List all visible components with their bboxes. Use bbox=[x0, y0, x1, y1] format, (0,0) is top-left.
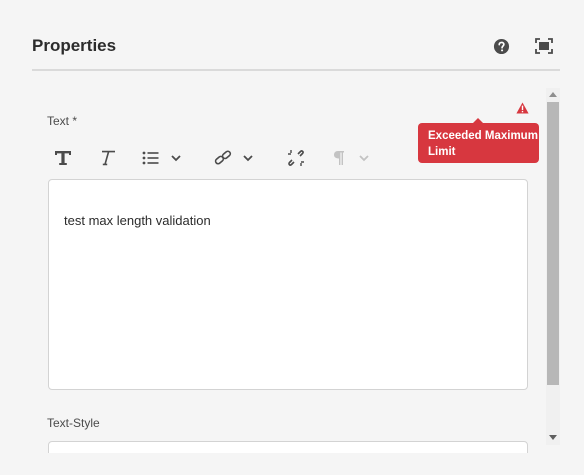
text-field-label: Text * bbox=[47, 114, 78, 128]
chevron-down-icon bbox=[243, 155, 253, 162]
editor-content[interactable]: test max length validation bbox=[64, 213, 211, 228]
scroll-down-arrow[interactable] bbox=[549, 435, 557, 440]
fullscreen-icon[interactable] bbox=[535, 38, 553, 54]
help-circle-icon[interactable] bbox=[493, 38, 510, 55]
paragraph-icon bbox=[334, 151, 344, 165]
scrollbar-thumb[interactable] bbox=[547, 102, 559, 385]
chevron-down-icon bbox=[359, 155, 369, 162]
bold-button[interactable] bbox=[54, 147, 72, 169]
italic-icon bbox=[102, 150, 115, 166]
chevron-down-icon bbox=[171, 155, 181, 162]
bold-icon bbox=[55, 151, 71, 165]
paragraph-format-dropdown[interactable] bbox=[332, 147, 370, 169]
rich-text-editor[interactable]: test max length validation bbox=[48, 179, 528, 390]
properties-panel: Text * Exceeded Maximum Limit test max l… bbox=[32, 88, 545, 453]
text-style-select[interactable] bbox=[48, 441, 528, 453]
alert-triangle-icon bbox=[516, 102, 529, 114]
text-style-label: Text-Style bbox=[47, 416, 100, 430]
link-icon bbox=[214, 150, 232, 165]
scroll-up-arrow[interactable] bbox=[549, 92, 557, 97]
unlink-icon bbox=[288, 150, 304, 166]
header-divider bbox=[32, 69, 560, 71]
validation-tooltip: Exceeded Maximum Limit bbox=[418, 123, 539, 163]
bulleted-list-icon bbox=[142, 151, 159, 165]
link-dropdown[interactable] bbox=[213, 147, 254, 169]
page-title: Properties bbox=[32, 36, 117, 55]
list-dropdown[interactable] bbox=[142, 147, 182, 169]
italic-button[interactable] bbox=[98, 147, 116, 169]
unlink-button[interactable] bbox=[286, 147, 306, 169]
